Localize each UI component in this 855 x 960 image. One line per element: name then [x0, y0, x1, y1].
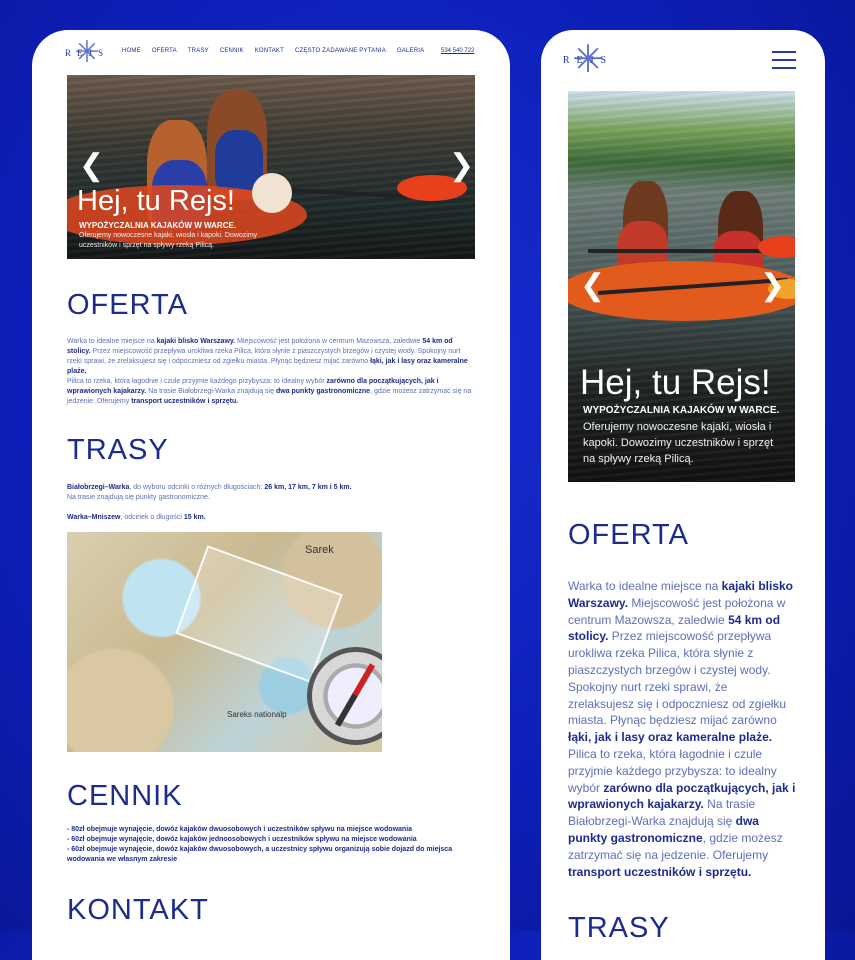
- section-heading-kontakt: KONTAKT: [67, 894, 209, 926]
- oferta-text: Warka to idealne miejsce na kajaki blisk…: [67, 338, 472, 405]
- map-compass-photo: Sarek Sareks nationalp: [67, 532, 382, 752]
- section-heading-oferta: OFERTA: [568, 519, 689, 551]
- logo[interactable]: ✳ REJS: [563, 41, 611, 79]
- nav-item-cennik[interactable]: CENNIK: [220, 48, 244, 54]
- nav-item-kontakt[interactable]: KONTAKT: [255, 48, 284, 54]
- hamburger-menu-icon[interactable]: [772, 51, 796, 75]
- nav-item-oferta[interactable]: OFERTA: [152, 48, 177, 54]
- nav-item-home[interactable]: HOME: [122, 48, 141, 54]
- slider-prev-arrow-icon[interactable]: ❮: [79, 151, 104, 181]
- price-list: - 80zł obejmuje wynajęcie, dowóz kajaków…: [67, 825, 467, 865]
- slider-next-arrow-icon[interactable]: ❯: [449, 151, 474, 181]
- hero-description: Oferujemy nowoczesne kajaki, wiosła i ka…: [79, 232, 258, 249]
- section-heading-oferta: OFERTA: [67, 289, 188, 321]
- slider-prev-arrow-icon[interactable]: ❮: [580, 271, 605, 301]
- oferta-text: Warka to idealne miejsce na kajaki blisk…: [568, 579, 796, 879]
- price-item: - 80zł obejmuje wynajęcie, dowóz kajaków…: [67, 826, 413, 833]
- slider-next-arrow-icon[interactable]: ❯: [760, 271, 785, 301]
- price-item: - 60zł obejmuje wynajęcie, dowóz kajaków…: [67, 836, 417, 843]
- nav-item-galeria[interactable]: GALERIA: [397, 48, 424, 54]
- hero-description: Oferujemy nowoczesne kajaki, wiosła i ka…: [583, 421, 774, 465]
- desktop-preview: ✳ REJS HOME OFERTA TRASY CENNIK KONTAKT …: [32, 30, 510, 960]
- price-item: - 60zł obejmuje wynajęcie, dowóz kajaków…: [67, 846, 453, 863]
- hero-subtitle: WYPOŻYCZALNIA KAJAKÓW W WARCE.: [583, 405, 780, 416]
- trasy-text: Białobrzegi–Warka, do wyboru odcinki o r…: [67, 484, 352, 521]
- hero-title: Hej, tu Rejs!: [580, 363, 771, 402]
- hero-title: Hej, tu Rejs!: [77, 185, 235, 217]
- section-heading-trasy: TRASY: [568, 912, 670, 944]
- hero-banner: ❮ ❯ Hej, tu Rejs! WYPOŻYCZALNIA KAJAKÓW …: [67, 75, 475, 259]
- hero-banner: ❮ ❯ Hej, tu Rejs! WYPOŻYCZALNIA KAJAKÓW …: [568, 91, 795, 482]
- phone-link[interactable]: 534 540 722: [441, 48, 474, 54]
- logo[interactable]: ✳ REJS: [65, 38, 109, 68]
- section-heading-cennik: CENNIK: [67, 780, 183, 812]
- mobile-preview: ✳ REJS ❮ ❯ Hej, tu Rejs! WYPOŻYCZALNIA K…: [541, 30, 825, 960]
- section-heading-trasy: TRASY: [67, 434, 169, 466]
- nav-item-trasy[interactable]: TRASY: [188, 48, 209, 54]
- hero-subtitle: WYPOŻYCZALNIA KAJAKÓW W WARCE.: [79, 221, 237, 230]
- main-nav: HOME OFERTA TRASY CENNIK KONTAKT CZĘSTO …: [122, 48, 435, 54]
- nav-item-faq[interactable]: CZĘSTO ZADAWANE PYTANIA: [295, 48, 386, 54]
